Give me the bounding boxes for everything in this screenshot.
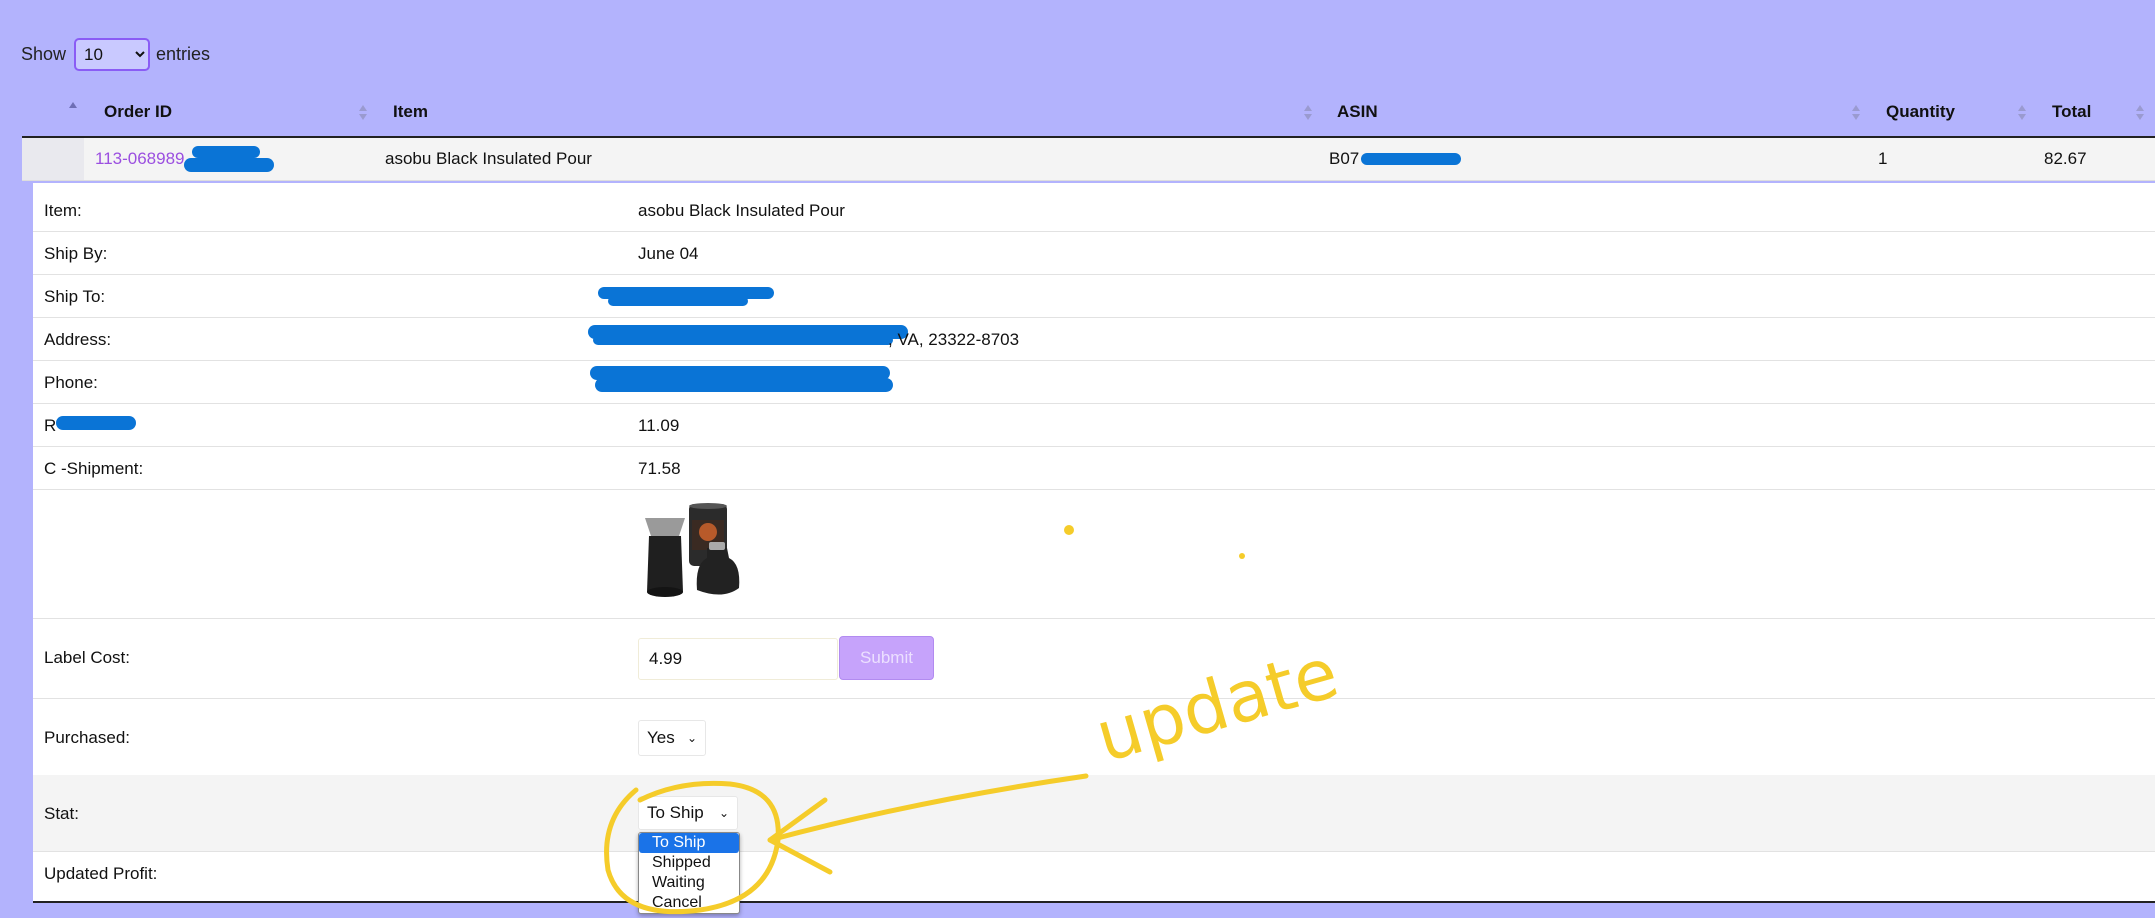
chevron-down-icon: ⌄ [718,806,729,820]
redaction-mark [593,335,893,345]
column-header-order-id[interactable]: Order ID [104,96,172,136]
sort-icon[interactable] [358,104,368,122]
label-cost-label: Label Cost: [44,648,130,667]
table-header: Order ID Item ASIN Quantity Total [22,96,2155,138]
r-value: 11.09 [638,416,680,435]
detail-row-c-shipment: C -Shipment: 71.58 [33,446,2155,490]
column-header-asin[interactable]: ASIN [1337,96,1378,136]
redaction-mark [192,146,260,158]
column-header-total[interactable]: Total [2052,96,2091,136]
sort-asc-icon[interactable] [68,102,78,112]
column-header-item[interactable]: Item [393,96,428,136]
stat-option-to-ship[interactable]: To Ship [639,833,739,853]
detail-row-updated-profit: Updated Profit: [33,851,2155,903]
detail-row-ship-to: Ship To: [33,274,2155,318]
redaction-mark [608,296,748,306]
sort-icon[interactable] [2135,104,2145,122]
row-expand-control[interactable] [22,138,84,180]
detail-row-label-cost: Label Cost: [33,618,2155,699]
sort-icon[interactable] [1851,104,1861,122]
address-label: Address: [44,330,112,349]
sort-icon[interactable] [1303,104,1313,122]
detail-row-image [33,489,2155,619]
quantity-cell: 1 [1878,149,1888,168]
asin-cell: B07 [1329,149,1360,168]
updated-profit-label: Updated Profit: [44,864,158,883]
item-cell: asobu Black Insulated Pour [385,149,592,168]
detail-row-stat: Stat: [33,775,2155,852]
redaction-mark [184,158,274,172]
label-cost-input[interactable] [638,638,838,680]
detail-row-address: Address: , VA, 23322-8703 [33,317,2155,361]
entries-select[interactable]: 10 [74,38,151,71]
entries-label: entries [156,44,211,64]
submit-button[interactable]: Submit [839,636,934,680]
address-value: , VA, 23322-8703 [888,330,1020,349]
detail-row-phone: Phone: [33,360,2155,404]
show-label: Show [21,44,67,64]
redaction-mark [595,378,893,392]
detail-row-r: R 11.09 [33,403,2155,447]
stat-dropdown-list: To Ship Shipped Waiting Cancel [638,832,740,914]
column-header-quantity[interactable]: Quantity [1886,96,1955,136]
item-label: Item: [44,201,82,220]
purchased-select[interactable]: Yes ⌄ [638,720,706,756]
redaction-mark [1361,153,1461,165]
item-value: asobu Black Insulated Pour [638,201,845,220]
purchased-label: Purchased: [44,728,130,747]
product-image [645,503,740,597]
c-shipment-label: C -Shipment: [44,459,144,478]
redaction-mark [56,416,136,430]
table-row[interactable]: 113-0689891 asobu Black Insulated Pour B… [22,138,2155,181]
c-shipment-value: 71.58 [638,459,681,478]
entries-length-control: Show 10 entries [21,38,210,71]
stat-option-cancel[interactable]: Cancel [639,893,739,913]
order-detail-panel: Item: asobu Black Insulated Pour Ship By… [33,183,2155,903]
ship-by-label: Ship By: [44,244,108,263]
chevron-down-icon: ⌄ [686,731,697,745]
ship-by-value: June 04 [638,244,699,263]
ship-to-label: Ship To: [44,287,106,306]
stat-label: Stat: [44,804,79,823]
phone-label: Phone: [44,373,98,392]
detail-row-purchased: Purchased: [33,698,2155,776]
detail-row-ship-by: Ship By: June 04 [33,231,2155,275]
stat-select[interactable]: To Ship ⌄ [638,796,738,830]
total-cell: 82.67 [2044,149,2087,168]
r-label: R [44,416,57,435]
stat-value: To Ship [647,803,704,822]
stat-option-waiting[interactable]: Waiting [639,873,739,893]
purchased-value: Yes [647,728,675,747]
detail-row-item: Item: asobu Black Insulated Pour [33,183,2155,232]
sort-icon[interactable] [2017,104,2027,122]
stat-option-shipped[interactable]: Shipped [639,853,739,873]
